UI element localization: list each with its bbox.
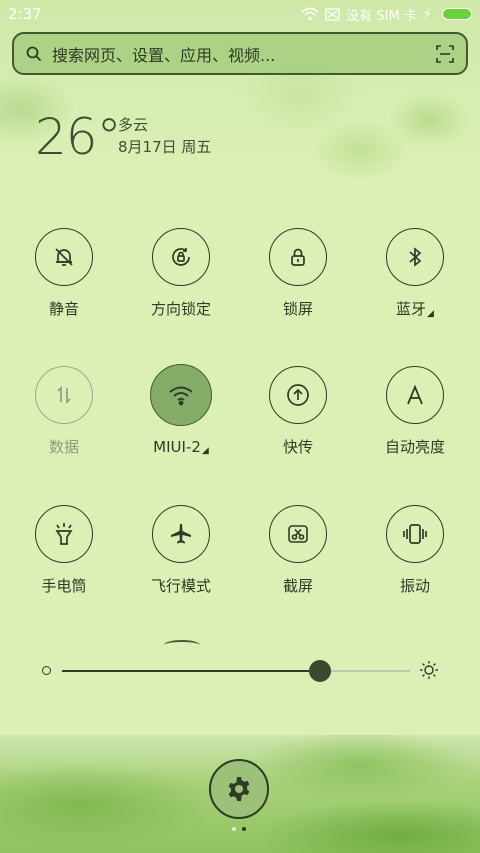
bell-off-icon (35, 228, 93, 286)
toggle-label-text: MIUI-2 (153, 438, 201, 456)
toggle-wifi[interactable]: MIUI-2◢ (126, 364, 236, 464)
rotation-lock-icon (152, 228, 210, 286)
brightness-thumb[interactable] (308, 660, 331, 682)
wifi-status-icon (301, 7, 319, 21)
toggle-label: MIUI-2◢ (153, 438, 209, 456)
brightness-low-icon (42, 666, 51, 675)
toggle-label-text: 蓝牙 (396, 300, 427, 318)
brightness-fill (62, 670, 320, 672)
weather-date: 8月17日 周五 (118, 138, 212, 156)
menu-indicator-icon: ◢ (201, 446, 209, 456)
lock-icon (269, 228, 327, 286)
carrier-text: 没有 SIM 卡 (346, 8, 417, 24)
weather-condition: 多云 (118, 116, 149, 134)
toggle-mute[interactable]: 静音 (9, 228, 119, 328)
toggle-airplane-mode[interactable]: 飞行模式 (126, 505, 236, 605)
brightness-track[interactable] (62, 660, 410, 682)
bluetooth-icon (386, 228, 444, 286)
status-indicators: 没有 SIM 卡 ⚡ (301, 5, 472, 24)
scan-icon[interactable] (436, 44, 454, 63)
toggle-label: 振动 (399, 577, 430, 595)
charging-icon: ⚡ (422, 6, 432, 22)
toggle-auto-brightness[interactable]: 自动亮度 (360, 366, 470, 466)
toggle-bluetooth[interactable]: 蓝牙◢ (360, 228, 470, 328)
wifi-icon (150, 364, 212, 426)
toggle-label: 数据 (48, 438, 79, 456)
airplane-icon (152, 505, 210, 563)
toggle-label: 方向锁定 (150, 300, 211, 318)
brightness-high-icon (420, 661, 438, 679)
toggle-label: 手电筒 (41, 577, 87, 595)
panel-drag-handle[interactable] (164, 640, 200, 650)
toggle-label: 截屏 (282, 577, 313, 595)
mobile-data-icon (35, 366, 93, 424)
search-input[interactable]: 搜索网页、设置、应用、视频... (52, 42, 436, 66)
toggle-flashlight[interactable]: 手电筒 (9, 505, 119, 605)
toggle-rotation-lock[interactable]: 方向锁定 (126, 228, 236, 328)
no-sim-icon (325, 7, 340, 21)
toggle-screenshot[interactable]: 截屏 (243, 505, 353, 605)
status-time: 2:37 (8, 5, 42, 23)
toggle-quick-transfer[interactable]: 快传 (243, 366, 353, 466)
page-dot (242, 827, 246, 831)
toggle-label: 飞行模式 (150, 577, 211, 595)
screenshot-icon (269, 505, 327, 563)
toggle-mobile-data[interactable]: 数据 (9, 366, 119, 466)
share-icon (269, 366, 327, 424)
toggle-label: 蓝牙◢ (396, 298, 434, 319)
toggle-label: 锁屏 (282, 300, 313, 318)
page-dot (232, 827, 236, 831)
status-bar: 2:37 没有 SIM 卡 ⚡ (0, 0, 480, 28)
toggle-label: 自动亮度 (384, 438, 445, 456)
vibrate-icon (386, 505, 444, 563)
brightness-slider[interactable] (0, 654, 480, 688)
battery-icon (442, 8, 472, 20)
settings-button[interactable] (209, 759, 269, 819)
toggle-label: 静音 (48, 300, 79, 318)
flashlight-icon (35, 505, 93, 563)
gear-icon (228, 777, 250, 801)
weather-temperature[interactable]: 26° (35, 108, 122, 166)
toggle-vibrate[interactable]: 振动 (360, 505, 470, 605)
auto-brightness-icon (386, 366, 444, 424)
search-bar[interactable]: 搜索网页、设置、应用、视频... (12, 32, 468, 75)
menu-indicator-icon: ◢ (427, 309, 434, 319)
toggle-lock-screen[interactable]: 锁屏 (243, 228, 353, 328)
page-indicator (232, 827, 246, 831)
toggle-label: 快传 (282, 438, 313, 456)
search-icon (26, 46, 42, 61)
